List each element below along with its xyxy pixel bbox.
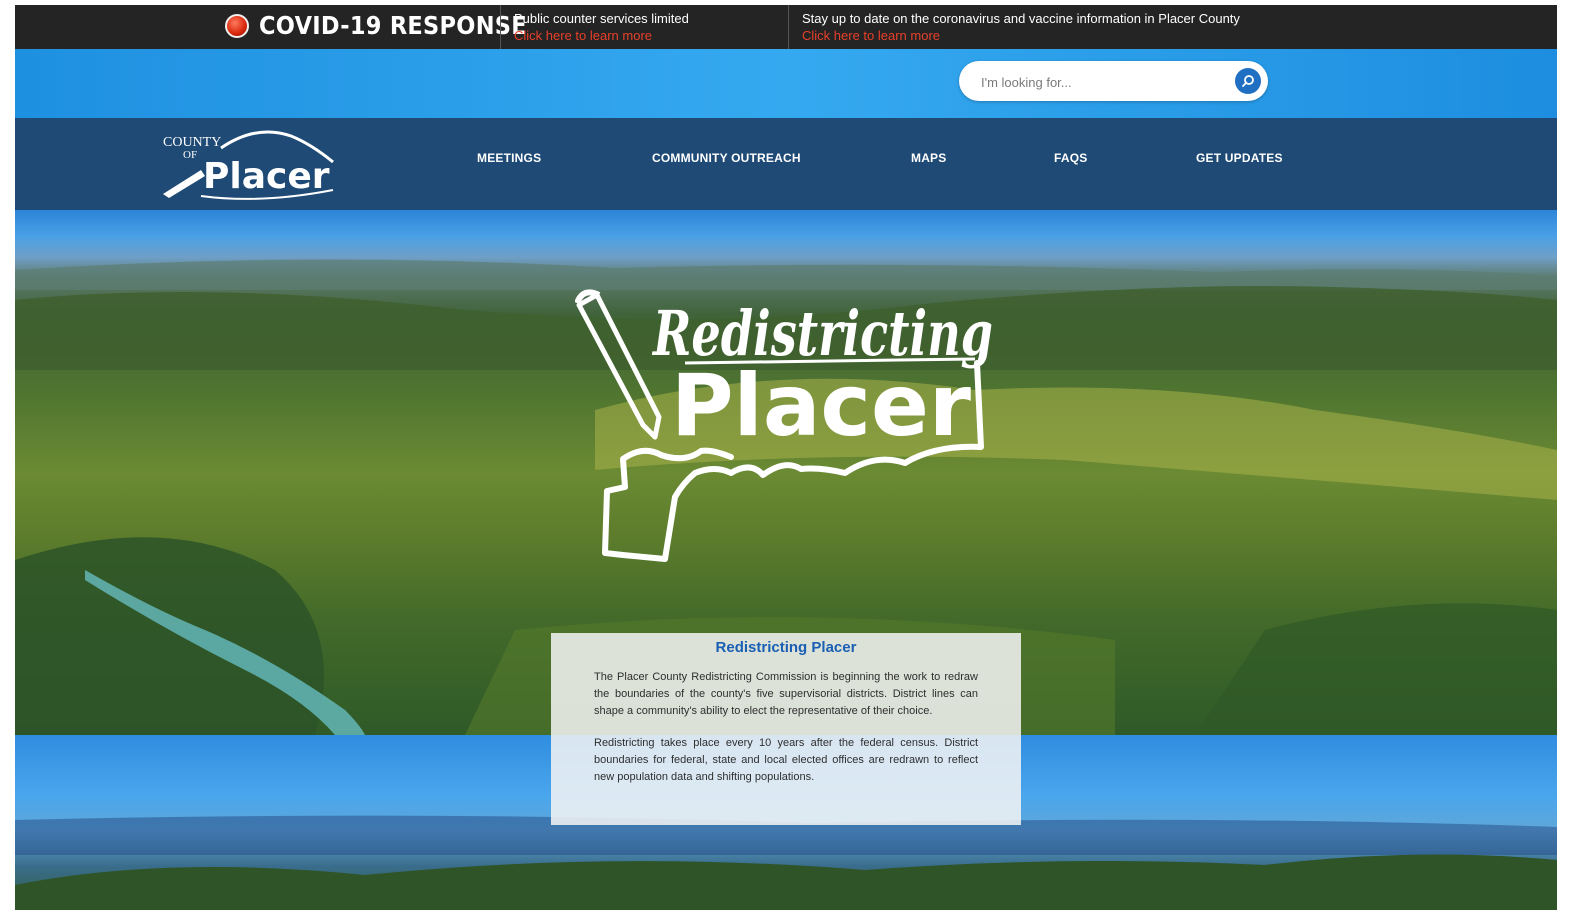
main-navigation: COUNTY OF Placer MEETINGS COMMUNITY OUTR… <box>15 118 1557 210</box>
banner-divider <box>788 5 789 49</box>
card-title: Redistricting Placer <box>715 639 857 656</box>
search-icon <box>1242 75 1254 87</box>
search-button[interactable] <box>1235 68 1261 94</box>
notice-link[interactable]: Click here to learn more <box>514 27 689 44</box>
nav-faqs[interactable]: FAQS <box>1054 151 1087 165</box>
notice-link[interactable]: Click here to learn more <box>802 27 1240 44</box>
county-logo[interactable]: COUNTY OF Placer <box>161 126 341 202</box>
redistricting-placer-logo: Redistricting Placer <box>575 289 993 562</box>
notice-message: Public counter services limited <box>514 11 689 26</box>
hero-block-text: Placer <box>671 356 972 456</box>
search-band <box>15 49 1557 118</box>
notice-message: Stay up to date on the coronavirus and v… <box>802 11 1240 26</box>
card-paragraph: Redistricting takes place every 10 years… <box>594 737 978 783</box>
info-card: Redistricting Placer The Placer County R… <box>551 633 1021 825</box>
nav-get-updates[interactable]: GET UPDATES <box>1196 151 1283 165</box>
covid-notice-1: Public counter services limited Click he… <box>514 10 689 44</box>
pencil-icon <box>575 289 662 440</box>
covid-banner: COVID-19 RESPONSE Public counter service… <box>15 5 1557 49</box>
nav-community-outreach[interactable]: COMMUNITY OUTREACH <box>652 151 801 165</box>
logo-of-text: OF <box>183 149 197 161</box>
search-input[interactable] <box>979 71 1223 93</box>
covid-title[interactable]: COVID-19 RESPONSE <box>225 11 557 40</box>
card-paragraph: The Placer County Redistricting Commissi… <box>594 671 978 717</box>
page-frame: COVID-19 RESPONSE Public counter service… <box>15 5 1557 910</box>
nav-meetings[interactable]: MEETINGS <box>477 151 541 165</box>
nav-maps[interactable]: MAPS <box>911 151 946 165</box>
covid-title-text: COVID-19 RESPONSE <box>259 11 527 40</box>
logo-name-text: Placer <box>203 156 330 197</box>
pencil-icon <box>163 170 205 198</box>
covid-notice-2: Stay up to date on the coronavirus and v… <box>802 10 1240 44</box>
search-box <box>959 61 1268 101</box>
banner-divider <box>500 5 501 49</box>
record-dot-icon <box>225 13 249 38</box>
logo-county-text: COUNTY <box>163 135 221 150</box>
